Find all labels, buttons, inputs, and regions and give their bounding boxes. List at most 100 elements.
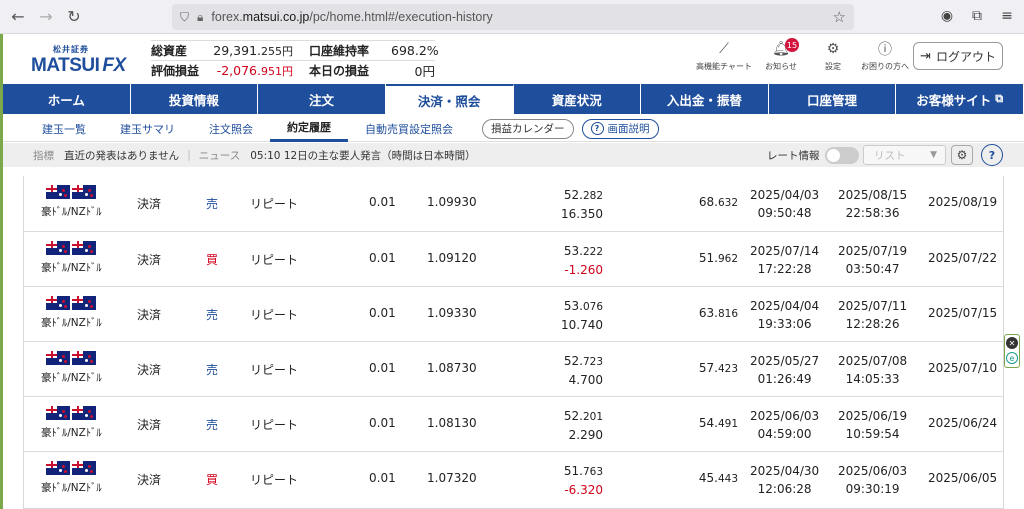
profit-loss: 52.282 16.350: [561, 188, 603, 221]
side-widget[interactable]: ✕ e: [1004, 334, 1020, 368]
logout-button[interactable]: ⇥ ログアウト: [913, 42, 1003, 70]
nav-customer-site[interactable]: お客様サイト ⧉: [896, 84, 1024, 114]
nav-account-management[interactable]: 口座管理: [769, 84, 897, 114]
open-datetime: 2025/06/03 04:59:00: [750, 409, 820, 441]
list-select[interactable]: リスト ▼: [863, 145, 946, 165]
subnav-positions[interactable]: 建玉一覧: [25, 116, 103, 142]
shield-icon: ⛉: [180, 9, 190, 24]
currency-flag-icon: [46, 351, 96, 365]
table-row[interactable]: 豪ﾄﾞﾙ/NZﾄﾞﾙ 決済 売 リピート 0.01 1.08130 52.201…: [24, 396, 1003, 451]
nav-order[interactable]: 注文: [258, 84, 386, 114]
currency-flag-icon: [46, 461, 96, 475]
external-link-icon: ⧉: [995, 92, 1004, 105]
divider: |: [187, 149, 191, 161]
pl-calendar-button[interactable]: 損益カレンダー: [482, 118, 574, 139]
settlement-amount: 51.962: [698, 251, 738, 265]
table-row[interactable]: 豪ﾄﾞﾙ/NZﾄﾞﾙ 決済 買 リピート 0.01 1.07320 51.763…: [24, 451, 1003, 506]
pl-sub-value: 16.350: [561, 207, 603, 221]
ticker-settings-button[interactable]: ⚙: [951, 145, 973, 165]
forward-icon[interactable]: →: [32, 3, 60, 31]
trade-type: 決済: [137, 253, 162, 267]
sub-nav: 建玉一覧 建玉サマリ 注文照会 約定履歴 自動売買設定照会 損益カレンダー ? 画…: [3, 116, 1024, 142]
total-assets-label: 総資産: [151, 44, 188, 58]
nav-settlement-inquiry[interactable]: 決済・照会: [385, 84, 514, 114]
extensions-icon[interactable]: ⧉: [966, 5, 988, 27]
delivery-date: 2025/07/22: [928, 251, 998, 265]
settlement-amount: 54.491: [698, 416, 738, 430]
currency-pair: 豪ﾄﾞﾙ/NZﾄﾞﾙ: [41, 482, 102, 494]
trade-side: 買: [206, 473, 219, 487]
table-row[interactable]: 豪ﾄﾞﾙ/NZﾄﾞﾙ 決済 売 リピート 0.01 1.09330 53.076…: [24, 286, 1003, 341]
close-icon[interactable]: ✕: [1006, 337, 1018, 349]
help-button[interactable]: ⓘ お困りの方へ: [859, 40, 911, 72]
logout-icon: ⇥: [920, 48, 931, 64]
screen-help-button[interactable]: ? 画面説明: [581, 118, 659, 139]
subnav-execution-history[interactable]: 約定履歴: [270, 116, 348, 142]
currency-pair: 豪ﾄﾞﾙ/NZﾄﾞﾙ: [41, 427, 102, 439]
settings-button[interactable]: ⚙ 設定: [807, 40, 859, 72]
indicator-value[interactable]: 直近の発表はありません: [64, 148, 179, 163]
nav-asset-status[interactable]: 資産状況: [514, 84, 642, 114]
rate-info-toggle[interactable]: [825, 147, 859, 164]
currency-flag-icon: [46, 185, 96, 199]
nav-investment-info[interactable]: 投資情報: [131, 84, 259, 114]
gear-icon: ⚙: [826, 41, 840, 57]
trade-side: 売: [206, 418, 219, 432]
trade-type: 決済: [137, 418, 162, 432]
trade-side: 売: [206, 308, 219, 322]
e-logo-icon[interactable]: e: [1006, 352, 1018, 364]
logo-text: MATSUI: [31, 55, 100, 76]
delivery-date: 2025/06/05: [928, 471, 998, 485]
account-icon[interactable]: ◉: [936, 5, 958, 27]
url-text: forex.matsui.co.jp/pc/home.html#/executi…: [211, 10, 493, 24]
account-summary: 総資産 29,391.255円 口座維持率 698.2% 評価損益 -2,076…: [151, 40, 439, 80]
quantity: 0.01: [369, 361, 396, 375]
execution-datetime: 2025/07/11 12:28:26: [838, 299, 908, 331]
unrealized-pl-value: -2,076.951円: [216, 62, 293, 78]
execution-datetime: 2025/08/15 22:58:36: [838, 188, 908, 220]
back-icon[interactable]: ←: [4, 3, 32, 31]
tool-label: 設定: [825, 62, 841, 71]
news-headline[interactable]: 05:10 12日の主な要人発言（時間は日本時間）: [250, 148, 475, 163]
address-bar[interactable]: ⛉ 🔒︎ forex.matsui.co.jp/pc/home.html#/ex…: [172, 4, 854, 30]
delivery-date: 2025/07/10: [928, 361, 998, 375]
table-row[interactable]: 豪ﾄﾞﾙ/NZﾄﾞﾙ 決済 買 リピート 0.01 1.09120 53.222…: [24, 231, 1003, 286]
open-datetime: 2025/05/27 01:26:49: [750, 354, 820, 386]
table-row[interactable]: 豪ﾄﾞﾙ/NZﾄﾞﾙ 決済 売 リピート 0.01 1.08730 52.723…: [24, 341, 1003, 396]
currency-pair: 豪ﾄﾞﾙ/NZﾄﾞﾙ: [41, 262, 102, 274]
logo[interactable]: 松井証券 MATSUI FX: [31, 44, 126, 76]
notifications-button[interactable]: 🔔︎ 15 お知らせ: [755, 38, 807, 72]
reload-icon[interactable]: ↻: [60, 3, 88, 31]
question-icon: ?: [988, 148, 996, 162]
subnav-order-inquiry[interactable]: 注文照会: [192, 116, 270, 142]
quantity: 0.01: [369, 416, 396, 430]
currency-flag-icon: [46, 406, 96, 420]
bookmark-star-icon[interactable]: ☆: [833, 8, 846, 26]
screen-help-label: 画面説明: [607, 123, 650, 135]
margin-ratio-label: 口座維持率: [309, 44, 370, 58]
ticker-help-button[interactable]: ?: [981, 144, 1003, 166]
trade-type: 決済: [137, 473, 162, 487]
today-pl-label: 本日の損益: [309, 64, 370, 78]
subnav-position-summary[interactable]: 建玉サマリ: [103, 116, 192, 142]
trade-type: 決済: [137, 308, 162, 322]
pl-sub-value: -6.320: [564, 483, 603, 497]
rate-info-label: レート情報: [767, 149, 820, 162]
execution-datetime: 2025/07/19 03:50:47: [838, 244, 908, 276]
nav-home[interactable]: ホーム: [3, 84, 131, 114]
pl-sub-value: -1.260: [564, 263, 603, 277]
menu-icon[interactable]: ≡: [996, 5, 1018, 27]
subnav-auto-trade-settings[interactable]: 自動売買設定照会: [348, 116, 470, 142]
advanced-chart-button[interactable]: ⟋ 高機能チャート: [693, 40, 755, 72]
info-ticker: 指標 直近の発表はありません | ニュース 05:10 12日の主な要人発言（時…: [3, 143, 1024, 167]
table-row[interactable]: 豪ﾄﾞﾙ/NZﾄﾞﾙ 決済 売 リピート 0.01 1.09930 52.282…: [24, 176, 1003, 231]
nav-deposit-withdraw[interactable]: 入出金・振替: [641, 84, 769, 114]
pl-sub-value: 10.740: [561, 318, 603, 332]
logo-subtext: 松井証券: [53, 45, 89, 54]
pl-sub-value: 4.700: [568, 373, 603, 387]
execution-price: 1.08130: [427, 416, 477, 430]
execution-history-table: 豪ﾄﾞﾙ/NZﾄﾞﾙ 決済 売 リピート 0.01 1.09930 52.282…: [23, 176, 1004, 509]
site-header: 松井証券 MATSUI FX 総資産 29,391.255円 口座維持率 698.…: [3, 34, 1024, 82]
execution-price: 1.09120: [427, 251, 477, 265]
execution-datetime: 2025/07/08 14:05:33: [838, 354, 908, 386]
